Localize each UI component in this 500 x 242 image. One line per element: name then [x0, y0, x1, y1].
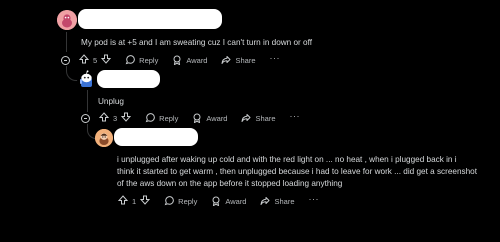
more-options-icon[interactable]: ··· — [270, 53, 281, 63]
award-icon — [192, 113, 202, 123]
award-icon — [211, 196, 221, 206]
reply-button[interactable]: Reply — [145, 113, 178, 123]
comment-actions: 3 Reply Award Share ··· — [81, 110, 300, 126]
collapse-thread-button[interactable] — [81, 113, 90, 123]
upvote-icon[interactable] — [98, 112, 110, 124]
vote-controls: 1 — [117, 195, 151, 207]
share-button[interactable]: Share — [221, 55, 256, 65]
redacted-username — [114, 128, 198, 146]
downvote-icon[interactable] — [140, 195, 151, 207]
reply-button[interactable]: Reply — [125, 55, 158, 65]
thread-line — [87, 90, 88, 112]
upvote-icon[interactable] — [117, 195, 129, 207]
collapse-thread-button[interactable] — [61, 55, 70, 65]
vote-controls: 5 — [78, 54, 112, 66]
reply-icon — [145, 113, 156, 123]
redacted-username — [97, 70, 160, 88]
award-button[interactable]: Award — [172, 55, 207, 65]
snoo-avatar-icon — [57, 10, 77, 30]
reply-button[interactable]: Reply — [164, 196, 197, 206]
vote-controls: 3 — [98, 112, 132, 124]
thread-line — [66, 32, 67, 52]
redacted-username — [78, 9, 222, 29]
avatar[interactable] — [77, 70, 96, 89]
downvote-icon[interactable] — [121, 112, 132, 124]
comment-body-line: i unplugged after waking up cold and wit… — [117, 155, 457, 164]
avatar[interactable] — [95, 129, 113, 147]
snoo-avatar-icon — [95, 129, 113, 147]
upvote-icon[interactable] — [78, 54, 90, 66]
comment-body: Unplug — [98, 97, 124, 106]
comment-actions: 5 Reply Award Share ··· — [61, 52, 280, 68]
share-icon — [241, 113, 251, 123]
award-icon — [172, 55, 182, 65]
comment-body-line: think it started to get warm , then unpl… — [117, 167, 478, 176]
vote-count: 1 — [132, 196, 137, 206]
share-icon — [260, 196, 270, 206]
comment-actions: 1 Reply Award Share ··· — [117, 193, 320, 209]
share-icon — [221, 55, 231, 65]
share-button[interactable]: Share — [241, 113, 276, 123]
award-button[interactable]: Award — [192, 113, 227, 123]
vote-count: 5 — [93, 55, 98, 65]
reply-icon — [125, 55, 136, 65]
share-button[interactable]: Share — [260, 196, 295, 206]
avatar[interactable] — [57, 10, 77, 30]
comment-body: My pod is at +5 and I am sweating cuz I … — [81, 38, 313, 47]
snoo-avatar-icon — [80, 70, 92, 87]
vote-count: 3 — [113, 113, 118, 123]
reply-icon — [164, 196, 175, 206]
more-options-icon[interactable]: ··· — [290, 111, 301, 121]
downvote-icon[interactable] — [101, 54, 112, 66]
more-options-icon[interactable]: ··· — [309, 194, 320, 204]
award-button[interactable]: Award — [211, 196, 246, 206]
comment-body-line: of the aws down on the app before it sto… — [117, 179, 343, 188]
